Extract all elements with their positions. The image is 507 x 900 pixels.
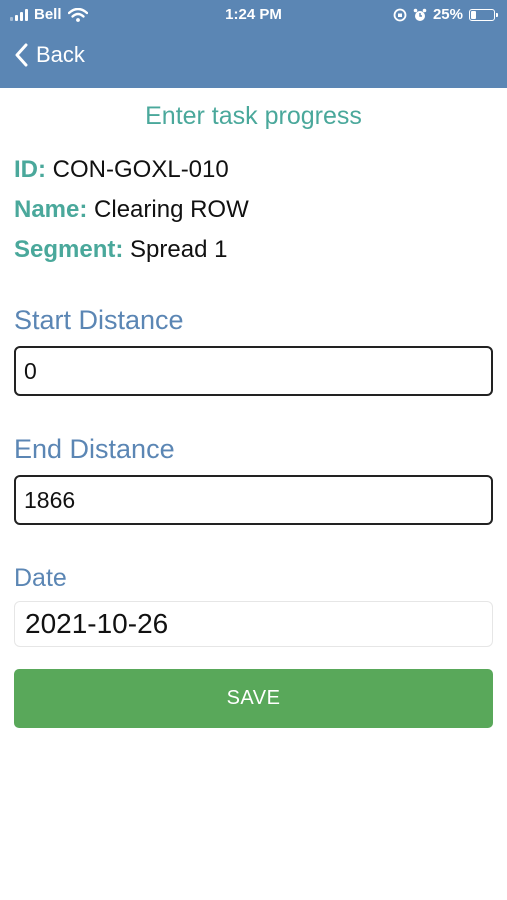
task-segment-key: Segment:: [14, 236, 124, 263]
task-id-key: ID:: [14, 156, 46, 183]
date-label: Date: [14, 564, 67, 592]
save-button[interactable]: SAVE: [14, 669, 493, 728]
battery-fill: [471, 10, 477, 19]
end-distance-label: End Distance: [14, 434, 175, 464]
orientation-lock-icon: [393, 8, 407, 21]
status-right: 25%: [393, 6, 498, 23]
task-name-value: Clearing ROW: [94, 196, 249, 223]
task-id-value: CON-GOXL-010: [52, 156, 229, 183]
back-button[interactable]: Back: [14, 42, 85, 68]
task-segment-value: Spread 1: [130, 236, 228, 263]
start-distance-input[interactable]: [14, 346, 493, 396]
start-distance-label: Start Distance: [14, 305, 184, 335]
task-name-row: Name: Clearing ROW: [14, 196, 249, 224]
back-label: Back: [36, 42, 85, 67]
page-title: Enter task progress: [145, 102, 362, 130]
alarm-icon: [413, 8, 427, 21]
chevron-left-icon: [15, 43, 28, 67]
status-bar: Bell 1:24 PM 25%: [0, 0, 507, 32]
top-header: Bell 1:24 PM 25% Back: [0, 0, 507, 88]
date-field[interactable]: 2021-10-26: [14, 601, 493, 647]
task-name-key: Name:: [14, 196, 88, 223]
battery-percent: 25%: [432, 6, 463, 23]
battery-icon: [469, 8, 498, 21]
task-id-row: ID: CON-GOXL-010: [14, 156, 229, 184]
task-segment-row: Segment: Spread 1: [14, 236, 227, 264]
end-distance-input[interactable]: [14, 475, 493, 525]
